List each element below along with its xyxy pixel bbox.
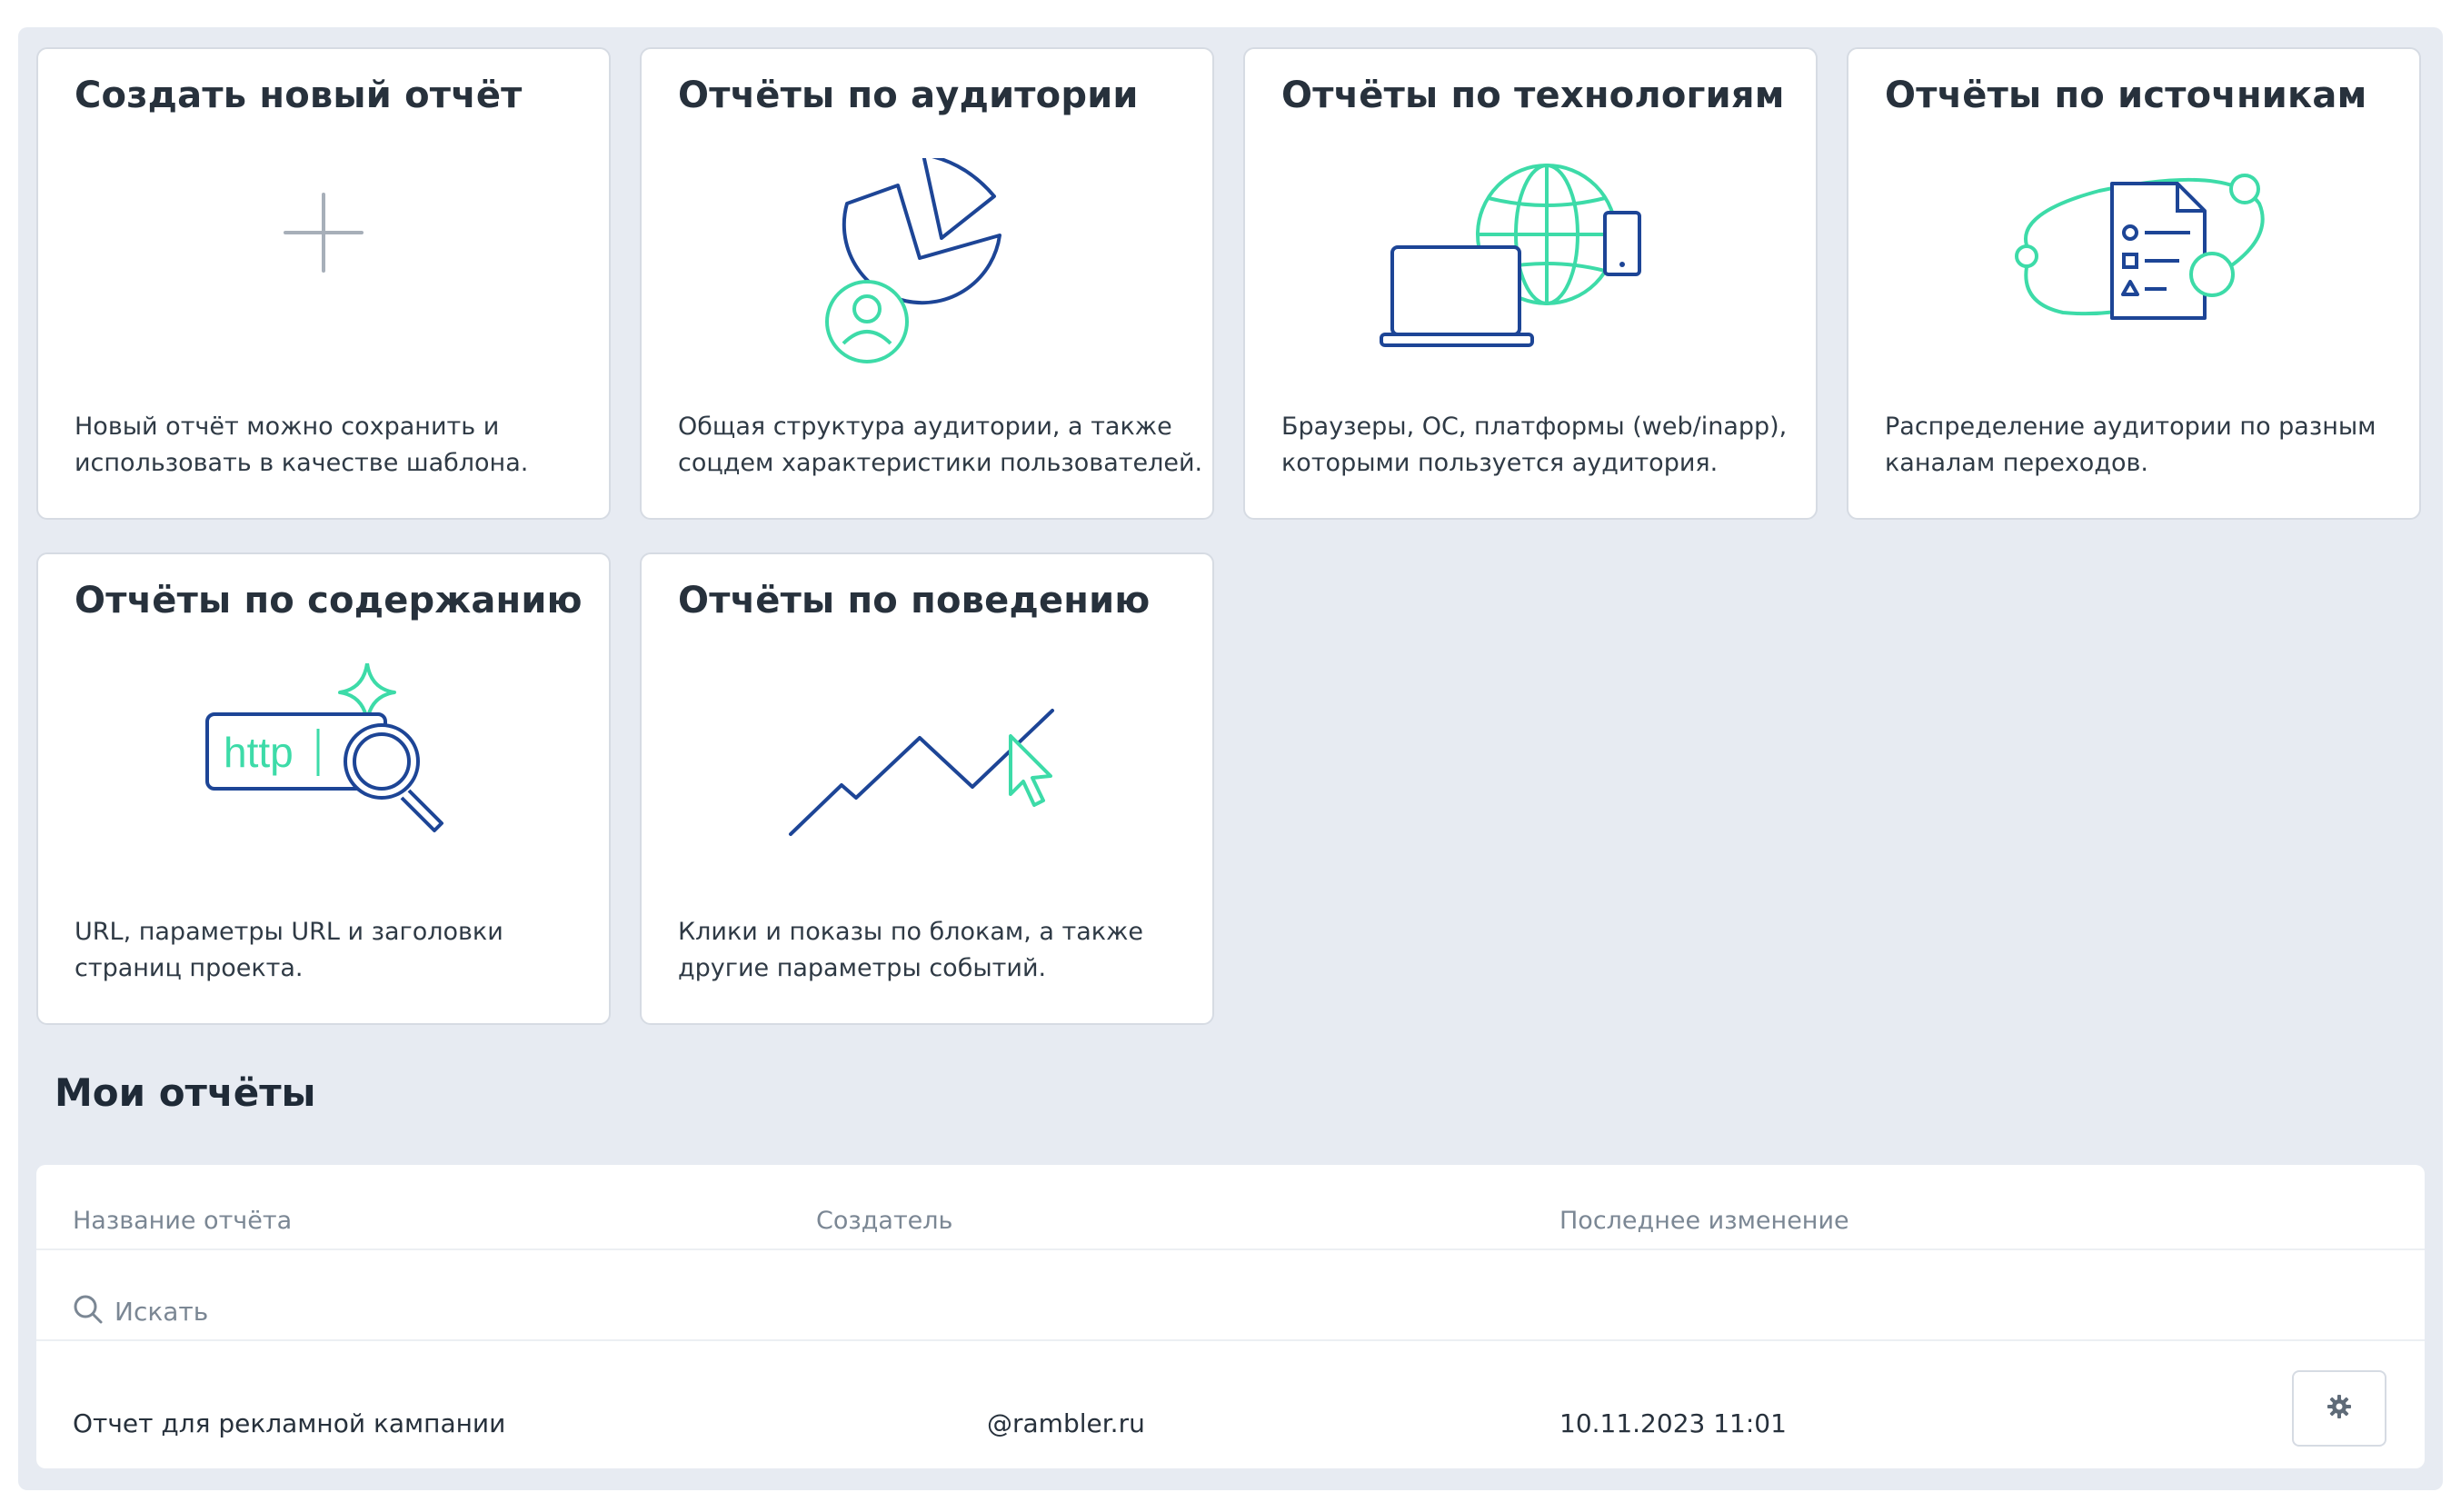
http-text: http	[224, 729, 294, 776]
url-search-icon: http	[38, 663, 609, 872]
report-modified: 10.11.2023 11:01	[1559, 1408, 1787, 1438]
card-audience-reports[interactable]: Отчёты по аудитории Общая структура ауди…	[640, 47, 1214, 520]
audience-pie-chart-icon	[642, 158, 1212, 367]
behavior-trend-cursor-icon	[642, 663, 1212, 872]
search-input[interactable]: Искать	[73, 1288, 208, 1334]
card-description: Клики и показы по блокам, а также другие…	[678, 918, 1144, 982]
divider	[36, 1339, 2425, 1341]
card-source-reports[interactable]: Отчёты по источникам Распределение аудит…	[1847, 47, 2421, 520]
card-description: Распределение аудитории по разным канала…	[1885, 413, 2376, 477]
card-title: Отчёты по поведению	[678, 580, 1151, 622]
column-header-name[interactable]: Название отчёта	[73, 1207, 292, 1235]
traffic-sources-icon	[1848, 158, 2419, 367]
my-reports-table: Название отчёта Создатель Последнее изме…	[36, 1165, 2425, 1468]
card-description: Общая структура аудитории, а также соцде…	[678, 413, 1203, 477]
card-create-report[interactable]: Создать новый отчёт Новый отчёт можно со…	[36, 47, 611, 520]
card-content-reports[interactable]: Отчёты по содержанию http URL, параметры…	[36, 552, 611, 1025]
card-title: Отчёты по содержанию	[75, 580, 583, 622]
column-header-modified[interactable]: Последнее изменение	[1559, 1207, 1849, 1235]
card-title: Отчёты по аудитории	[678, 75, 1139, 116]
gear-icon	[2326, 1393, 2353, 1424]
card-description: Новый отчёт можно сохранить и использова…	[75, 413, 529, 477]
divider	[36, 1248, 2425, 1250]
card-description: URL, параметры URL и заголовки страниц п…	[75, 918, 503, 982]
report-creator: @rambler.ru	[987, 1408, 1145, 1438]
card-title: Создать новый отчёт	[75, 75, 523, 116]
search-icon	[73, 1294, 104, 1328]
card-technology-reports[interactable]: Отчёты по технологиям Браузеры, ОС, плат…	[1243, 47, 1818, 520]
plus-icon	[38, 158, 609, 367]
page-background: Создать новый отчёт Новый отчёт можно со…	[18, 27, 2443, 1490]
card-title: Отчёты по технологиям	[1281, 75, 1785, 116]
card-description: Браузеры, ОС, платформы (web/inapp), кот…	[1281, 413, 1788, 477]
card-behavior-reports[interactable]: Отчёты по поведению Клики и показы по бл…	[640, 552, 1214, 1025]
search-placeholder: Искать	[115, 1296, 209, 1327]
my-reports-title: Мои отчёты	[55, 1070, 316, 1115]
report-name[interactable]: Отчет для рекламной кампании	[73, 1408, 505, 1438]
column-header-creator[interactable]: Создатель	[816, 1207, 952, 1235]
card-title: Отчёты по источникам	[1885, 75, 2367, 116]
devices-globe-icon	[1245, 158, 1816, 367]
report-settings-button[interactable]	[2292, 1370, 2386, 1447]
